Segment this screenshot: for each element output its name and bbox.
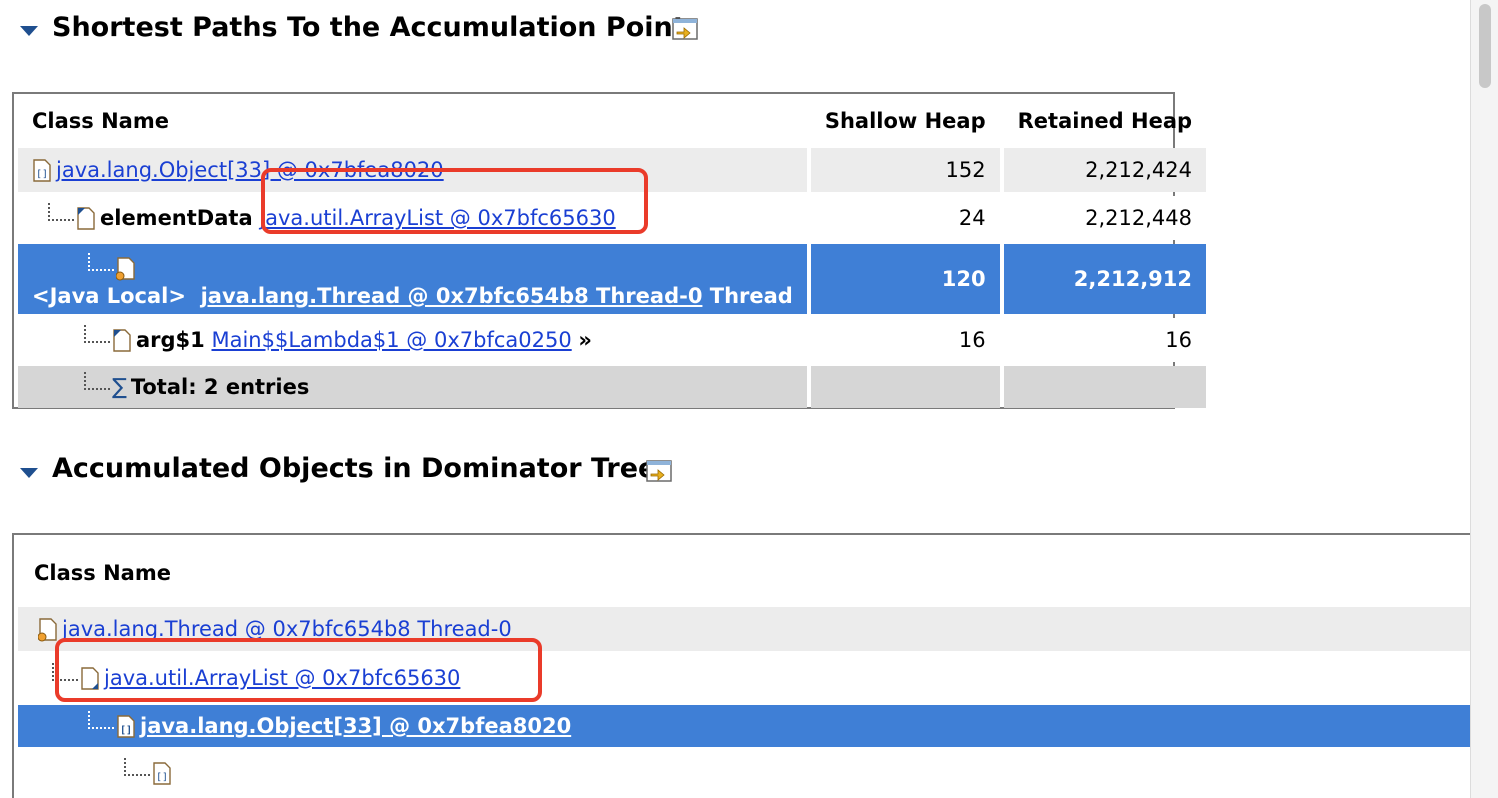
highlight-box [261,168,648,234]
svg-text:[]: [] [36,169,48,180]
total-label: Total: 2 entries [130,375,310,399]
retained-heap-value: 2,212,448 [1003,196,1207,240]
section-title-accumulated-objects: Accumulated Objects in Dominator Tree [52,453,657,484]
sum-icon: ∑ [112,374,127,400]
table-row[interactable]: arg$1 Main$$Lambda$1 @ 0x7bfca0250 » 16 … [18,318,1207,362]
tree-connector [124,758,150,776]
field-name: <Java Local> [32,284,186,308]
row-suffix: Thread [709,284,793,308]
array-object-icon: [] [33,159,51,182]
array-object-icon: [] [117,715,135,738]
table-header-row: Class Name Shallow Heap Retained Heap [18,98,1206,144]
shallow-heap-value: 152 [810,148,1000,192]
object-document-icon [113,329,131,352]
shortest-paths-table: Class Name Shallow Heap Retained Heap []… [12,92,1207,409]
thread-object-icon [38,618,57,642]
thread-object-icon [116,257,135,281]
table-row-selected[interactable]: <Java Local> java.lang.Thread @ 0x7bfc65… [18,244,1207,314]
table-total-row: ∑ Total: 2 entries [18,366,1207,408]
retained-heap-value: 2,212,424 [1003,148,1207,192]
collapse-twisty-icon[interactable] [20,26,38,36]
row-suffix[interactable]: » [578,328,592,352]
section-title-shortest-paths: Shortest Paths To the Accumulation Point [52,12,686,43]
tree-connector [84,372,110,390]
collapse-twisty-icon[interactable] [20,468,38,478]
export-icon[interactable] [672,18,698,44]
tree-connector [88,253,114,271]
svg-text:[]: [] [156,772,168,783]
array-object-icon: [] [153,762,171,785]
scrollbar-thumb[interactable] [1479,4,1491,88]
object-link[interactable]: java.lang.Object[33] @ 0x7bfea8020 [140,714,571,738]
column-header-shallow-heap[interactable]: Shallow Heap [811,98,1000,144]
tree-connector [88,711,114,729]
export-icon[interactable] [646,460,672,486]
vertical-scrollbar[interactable] [1470,0,1498,798]
column-header-class-name[interactable]: Class Name [34,561,171,585]
retained-heap-value: 2,212,912 [1003,244,1207,314]
svg-text:[]: [] [120,725,132,736]
tree-connector [84,325,110,343]
highlight-box [55,638,542,702]
table-row-selected[interactable]: [] java.lang.Object[33] @ 0x7bfea8020 [18,705,1470,747]
shallow-heap-value: 120 [810,244,1000,314]
column-header-class-name[interactable]: Class Name [18,98,807,144]
object-document-icon [77,207,95,230]
shallow-heap-value: 16 [810,318,1000,362]
shallow-heap-value: 24 [810,196,1000,240]
tree-connector [48,203,74,221]
table-row[interactable]: [] [18,751,1470,795]
object-link[interactable]: java.lang.Thread @ 0x7bfc654b8 Thread-0 [201,284,703,308]
column-header-retained-heap[interactable]: Retained Heap [1004,98,1206,144]
field-name: elementData [100,206,253,230]
field-name: arg$1 [136,328,205,352]
object-link[interactable]: Main$$Lambda$1 @ 0x7bfca0250 [211,328,571,352]
retained-heap-value: 16 [1003,318,1207,362]
